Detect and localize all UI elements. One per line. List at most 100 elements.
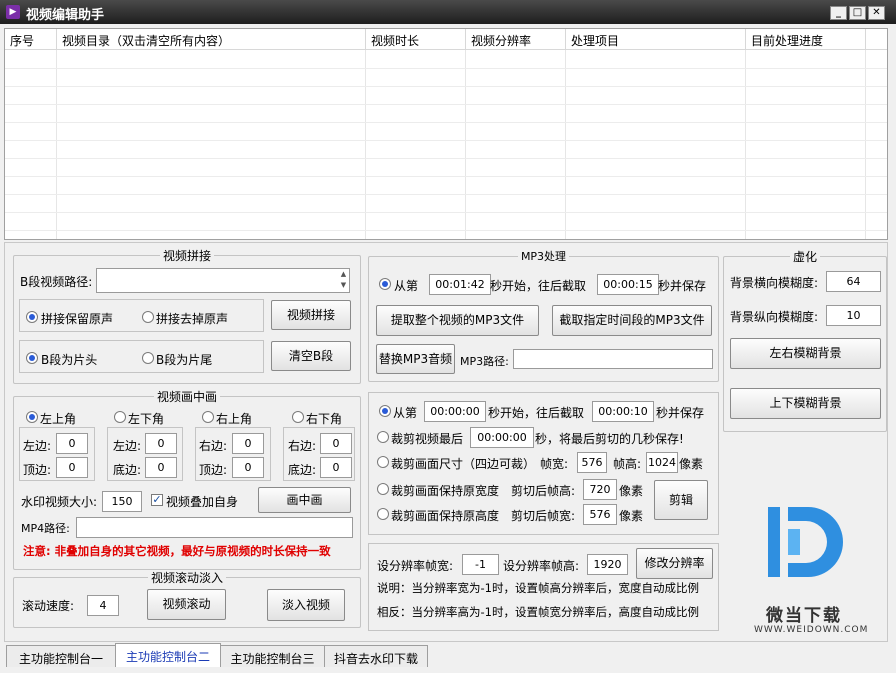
keep-height-sub-label: 剪切后帧宽: [511, 509, 576, 523]
clear-b-button[interactable]: 清空B段 [271, 341, 351, 371]
scroll-speed-input[interactable]: 4 [87, 595, 119, 616]
keep-width-label[interactable]: 裁剪画面保持原宽度 [391, 482, 499, 499]
window-title: 视频编辑助手 [26, 8, 105, 23]
resolution-width-input[interactable]: -1 [462, 554, 499, 575]
overlay-self-checkbox[interactable]: ✓ [151, 494, 163, 506]
crop-unit-label: 像素 [679, 457, 704, 471]
keep-height-width-input[interactable]: 576 [583, 504, 617, 525]
crop-width-label: 帧宽: [540, 457, 569, 471]
column-header-index[interactable]: 序号 [5, 29, 57, 50]
maximize-button[interactable]: □ [849, 6, 866, 20]
crop-width-input[interactable]: 576 [577, 452, 607, 473]
keep-width-height-input[interactable]: 720 [583, 479, 617, 500]
grid-column [57, 50, 366, 239]
fade-button[interactable]: 淡入视频 [267, 589, 345, 621]
concat-button[interactable]: 视频拼接 [271, 300, 351, 330]
b-path-spinner-icon[interactable]: ▲ ▼ [338, 269, 349, 292]
radio-keep-width[interactable] [377, 483, 389, 495]
pip-offset-label: 底边: [113, 463, 142, 477]
radio-keep-audio[interactable] [26, 311, 38, 323]
change-resolution-button[interactable]: 修改分辨率 [636, 548, 713, 579]
radio-bottom-left-label[interactable]: 左下角 [128, 410, 164, 427]
column-header-directory[interactable]: 视频目录（双击清空所有内容） [57, 29, 366, 50]
extract-all-mp3-button[interactable]: 提取整个视频的MP3文件 [376, 305, 539, 336]
pip-offset-input[interactable]: 0 [56, 433, 88, 454]
cut-start-input[interactable]: 00:00:00 [424, 401, 486, 422]
radio-crop-four-sides[interactable] [377, 456, 389, 468]
blur-horizontal-input[interactable]: 64 [826, 271, 881, 292]
cut-last-label[interactable]: 裁剪视频最后 [391, 430, 463, 447]
column-header-resolution[interactable]: 视频分辨率 [466, 29, 566, 50]
crop-height-input[interactable]: 1024 [646, 452, 678, 473]
radio-bottom-right[interactable] [292, 411, 304, 423]
pip-offset-label: 底边: [288, 463, 317, 477]
crop-four-sides-label[interactable]: 裁剪画面尺寸（四边可裁） [391, 455, 535, 472]
table-row-line [5, 140, 887, 141]
column-header-processing[interactable]: 处理项目 [566, 29, 746, 50]
pip-offset-label: 右边: [199, 439, 228, 453]
radio-remove-audio[interactable] [142, 311, 154, 323]
minimize-button[interactable]: _ [830, 6, 847, 20]
radio-bottom-right-label[interactable]: 右下角 [306, 410, 342, 427]
keep-height-label[interactable]: 裁剪画面保持原高度 [391, 507, 499, 524]
mp3-duration-input[interactable]: 00:00:15 [597, 274, 659, 295]
blur-vertical-input[interactable]: 10 [826, 305, 881, 326]
radio-bottom-left[interactable] [114, 411, 126, 423]
radio-cut-from[interactable] [379, 405, 391, 417]
tab-console-2[interactable]: 主功能控制台二 [115, 643, 221, 667]
radio-cut-last[interactable] [377, 431, 389, 443]
pip-offset-input[interactable]: 0 [232, 457, 264, 478]
radio-b-head-label[interactable]: B段为片头 [41, 351, 97, 368]
radio-b-tail[interactable] [142, 352, 154, 364]
radio-remove-audio-label[interactable]: 拼接去掉原声 [156, 310, 228, 327]
radio-top-left[interactable] [26, 411, 38, 423]
column-header-duration[interactable]: 视频时长 [366, 29, 466, 50]
b-path-input[interactable] [96, 268, 350, 293]
pip-offset-input[interactable]: 0 [320, 457, 352, 478]
mp3-path-input[interactable] [513, 349, 713, 369]
radio-top-right[interactable] [202, 411, 214, 423]
resolution-height-label: 设分辨率帧高: [503, 559, 580, 573]
grid-column [566, 50, 746, 239]
resolution-height-input[interactable]: 1920 [587, 554, 628, 575]
extract-range-mp3-button[interactable]: 截取指定时间段的MP3文件 [552, 305, 712, 336]
blur-left-right-button[interactable]: 左右模糊背景 [730, 338, 881, 369]
table-row-line [5, 194, 887, 195]
pip-button[interactable]: 画中画 [258, 487, 351, 513]
column-header-filler [866, 29, 887, 50]
title-bar: ▶ 视频编辑助手 _ □ ✕ [0, 0, 896, 24]
radio-b-head[interactable] [26, 352, 38, 364]
watermark-size-input[interactable]: 150 [102, 491, 142, 512]
mp3-start-time-input[interactable]: 00:01:42 [429, 274, 491, 295]
close-button[interactable]: ✕ [868, 6, 885, 20]
pip-offset-input[interactable]: 0 [320, 433, 352, 454]
tab-douyin-download[interactable]: 抖音去水印下载 [324, 645, 428, 667]
column-header-progress[interactable]: 目前处理进度 [746, 29, 866, 50]
tab-console-1[interactable]: 主功能控制台一 [6, 645, 116, 667]
overlay-self-label[interactable]: 视频叠加自身 [166, 493, 238, 510]
pip-offset-label: 左边: [113, 439, 142, 453]
cut-button[interactable]: 剪辑 [654, 480, 708, 520]
grid-column [746, 50, 866, 239]
pip-offset-input[interactable]: 0 [145, 433, 177, 454]
radio-keep-height[interactable] [377, 508, 389, 520]
radio-keep-audio-label[interactable]: 拼接保留原声 [41, 310, 113, 327]
radio-top-right-label[interactable]: 右上角 [216, 410, 252, 427]
video-list-table[interactable]: 序号 视频目录（双击清空所有内容） 视频时长 视频分辨率 处理项目 目前处理进度 [4, 28, 888, 240]
cut-duration-input[interactable]: 00:00:10 [592, 401, 654, 422]
radio-mp3-from[interactable] [379, 278, 391, 290]
radio-b-tail-label[interactable]: B段为片尾 [156, 351, 212, 368]
blur-up-down-button[interactable]: 上下模糊背景 [730, 388, 881, 419]
pip-offset-input[interactable]: 0 [232, 433, 264, 454]
pip-offset-input[interactable]: 0 [145, 457, 177, 478]
crop-height-label: 帧高: [613, 457, 642, 471]
tab-console-3[interactable]: 主功能控制台三 [220, 645, 325, 667]
mp4-path-input[interactable] [76, 517, 353, 538]
table-row-line [5, 68, 887, 69]
table-row-line [5, 86, 887, 87]
radio-top-left-label[interactable]: 左上角 [40, 410, 76, 427]
cut-last-input[interactable]: 00:00:00 [470, 427, 534, 448]
scroll-button[interactable]: 视频滚动 [147, 589, 226, 620]
replace-mp3-button[interactable]: 替换MP3音频 [376, 344, 455, 374]
pip-offset-input[interactable]: 0 [56, 457, 88, 478]
